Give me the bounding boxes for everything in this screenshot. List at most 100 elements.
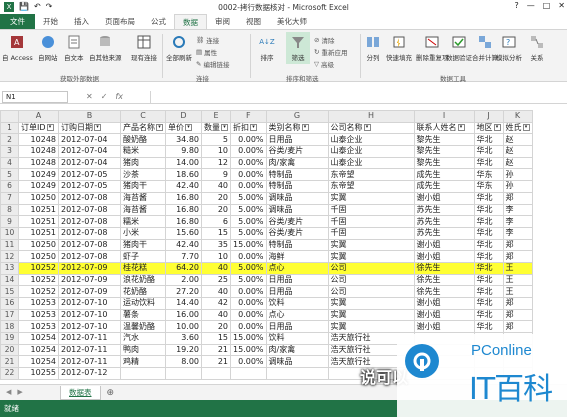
cell[interactable]: 桂花糕 [120,261,166,275]
cell[interactable]: 10254 [18,343,59,357]
cell[interactable]: 10249 [18,168,59,182]
filter-dropdown-icon[interactable]: ▾ [457,124,465,132]
row-header[interactable]: 13 [0,261,19,275]
cell[interactable]: 李 [502,215,533,228]
cell[interactable]: 18.60 [165,168,202,182]
cell[interactable]: 日用品 [265,273,329,287]
tab-file[interactable]: 文件 [0,14,35,29]
cell[interactable]: 薯条 [120,308,166,322]
cell[interactable]: 徐先生 [413,261,475,275]
cell[interactable]: 0.00% [230,180,267,193]
cell[interactable]: 10250 [18,238,59,252]
from-web-button[interactable]: 自网站 [38,34,58,62]
cell[interactable]: 黎先生 [413,156,475,170]
cell[interactable]: 华北 [473,308,504,322]
cell[interactable]: 猪肉干 [120,180,166,193]
cell[interactable]: 华北 [473,145,504,158]
cell[interactable]: 2012-07-10 [58,308,121,322]
header-cell[interactable]: 地区 ▾ [473,121,504,135]
cell[interactable]: 华北 [473,226,504,240]
cell[interactable]: 27.20 [165,285,202,298]
cell[interactable]: 14.00 [165,156,202,170]
column-header[interactable]: A [18,110,59,123]
cell[interactable]: 小米 [120,226,166,240]
cell[interactable]: 酸奶酪 [120,133,166,147]
row-header[interactable]: 1 [0,121,19,135]
row-header[interactable]: 11 [0,238,19,252]
minimize-icon[interactable]: — [527,1,535,10]
cell[interactable]: 0.00% [230,168,267,182]
cell[interactable]: 40 [201,308,231,322]
cell[interactable]: 20 [201,320,231,334]
tab-review[interactable]: 审阅 [207,14,238,29]
maximize-icon[interactable]: □ [543,1,551,10]
cell[interactable]: 调味品 [265,191,329,205]
header-cell[interactable]: 联系人姓名 ▾ [413,121,475,135]
cell[interactable]: 19.20 [165,343,202,357]
cell[interactable]: 花奶酪 [120,285,166,298]
cell[interactable]: 实翼 [327,238,415,252]
cell[interactable] [265,367,329,380]
column-header[interactable]: C [120,110,166,123]
cell[interactable]: 华东 [473,168,504,182]
cell[interactable]: 山泰企业 [327,156,415,170]
cell[interactable]: 2012-07-09 [58,273,121,287]
cell[interactable]: 运动饮料 [120,297,166,310]
cell[interactable]: 64.20 [165,261,202,275]
cell[interactable]: 2012-07-05 [58,180,121,193]
cell[interactable]: 2012-07-04 [58,145,121,158]
fx-icon[interactable]: fx [115,92,123,101]
cell[interactable]: 0.00% [230,285,267,298]
cell[interactable] [230,367,267,380]
sheet-tab[interactable]: 数据表 [60,385,101,400]
from-access-button[interactable]: A 自 Access [2,34,33,62]
cell[interactable]: 海苔酱 [120,203,166,217]
cell[interactable]: 千固 [327,203,415,217]
filter-dropdown-icon[interactable]: ▾ [94,124,101,132]
cell[interactable]: 公司 [327,273,415,287]
row-header[interactable]: 8 [0,203,19,217]
cell[interactable]: 6 [201,215,231,228]
cell[interactable]: 10251 [18,215,59,228]
relationships-button[interactable]: 关系 [528,34,546,62]
cell[interactable]: 10254 [18,355,59,369]
what-if-analysis-button[interactable]: ? 模拟分析 [496,34,522,62]
cell[interactable]: 实翼 [327,191,415,205]
cell[interactable]: 2012-07-08 [58,203,121,217]
cell[interactable]: 25 [201,273,231,287]
cell[interactable]: 日用品 [265,320,329,334]
cell[interactable]: 5.00% [230,261,267,275]
cell[interactable]: 汽水 [120,332,166,345]
cell[interactable]: 10248 [18,156,59,170]
row-header[interactable]: 15 [0,285,19,298]
cell[interactable]: 10248 [18,133,59,147]
consolidate-button[interactable]: 合并计算 [472,34,498,62]
cell[interactable]: 成先生 [413,168,475,182]
cell[interactable]: 35 [201,238,231,252]
cell[interactable]: 日用品 [265,285,329,298]
header-cell[interactable]: 数量 ▾ [201,121,231,135]
cell[interactable]: 2.00 [165,273,202,287]
close-icon[interactable]: ✕ [558,1,565,10]
filter-dropdown-icon[interactable]: ▾ [46,124,54,132]
cell[interactable] [120,367,166,380]
add-sheet-icon[interactable]: ⊕ [107,388,115,398]
row-header[interactable]: 9 [0,215,19,228]
cell[interactable]: 2012-07-08 [58,250,121,263]
filter-dropdown-icon[interactable]: ▾ [493,124,501,132]
cell[interactable]: 华北 [473,133,504,147]
flash-fill-button[interactable]: 快速填充 [386,34,412,62]
cell[interactable]: 特制品 [265,168,329,182]
header-cell[interactable]: 订购日期 ▾ [58,121,121,135]
cell[interactable]: 10254 [18,332,59,345]
cell[interactable]: 16.80 [165,191,202,205]
cell[interactable]: 沙茶 [120,168,166,182]
column-header[interactable]: I [413,110,475,123]
row-header[interactable]: 2 [0,133,19,147]
cell[interactable]: 10253 [18,297,59,310]
cell[interactable]: 2012-07-04 [58,156,121,170]
cell[interactable]: 9 [201,168,231,182]
cell[interactable]: 温馨奶酪 [120,320,166,334]
cell[interactable]: 42.40 [165,238,202,252]
filter-dropdown-icon[interactable]: ▾ [185,124,192,132]
